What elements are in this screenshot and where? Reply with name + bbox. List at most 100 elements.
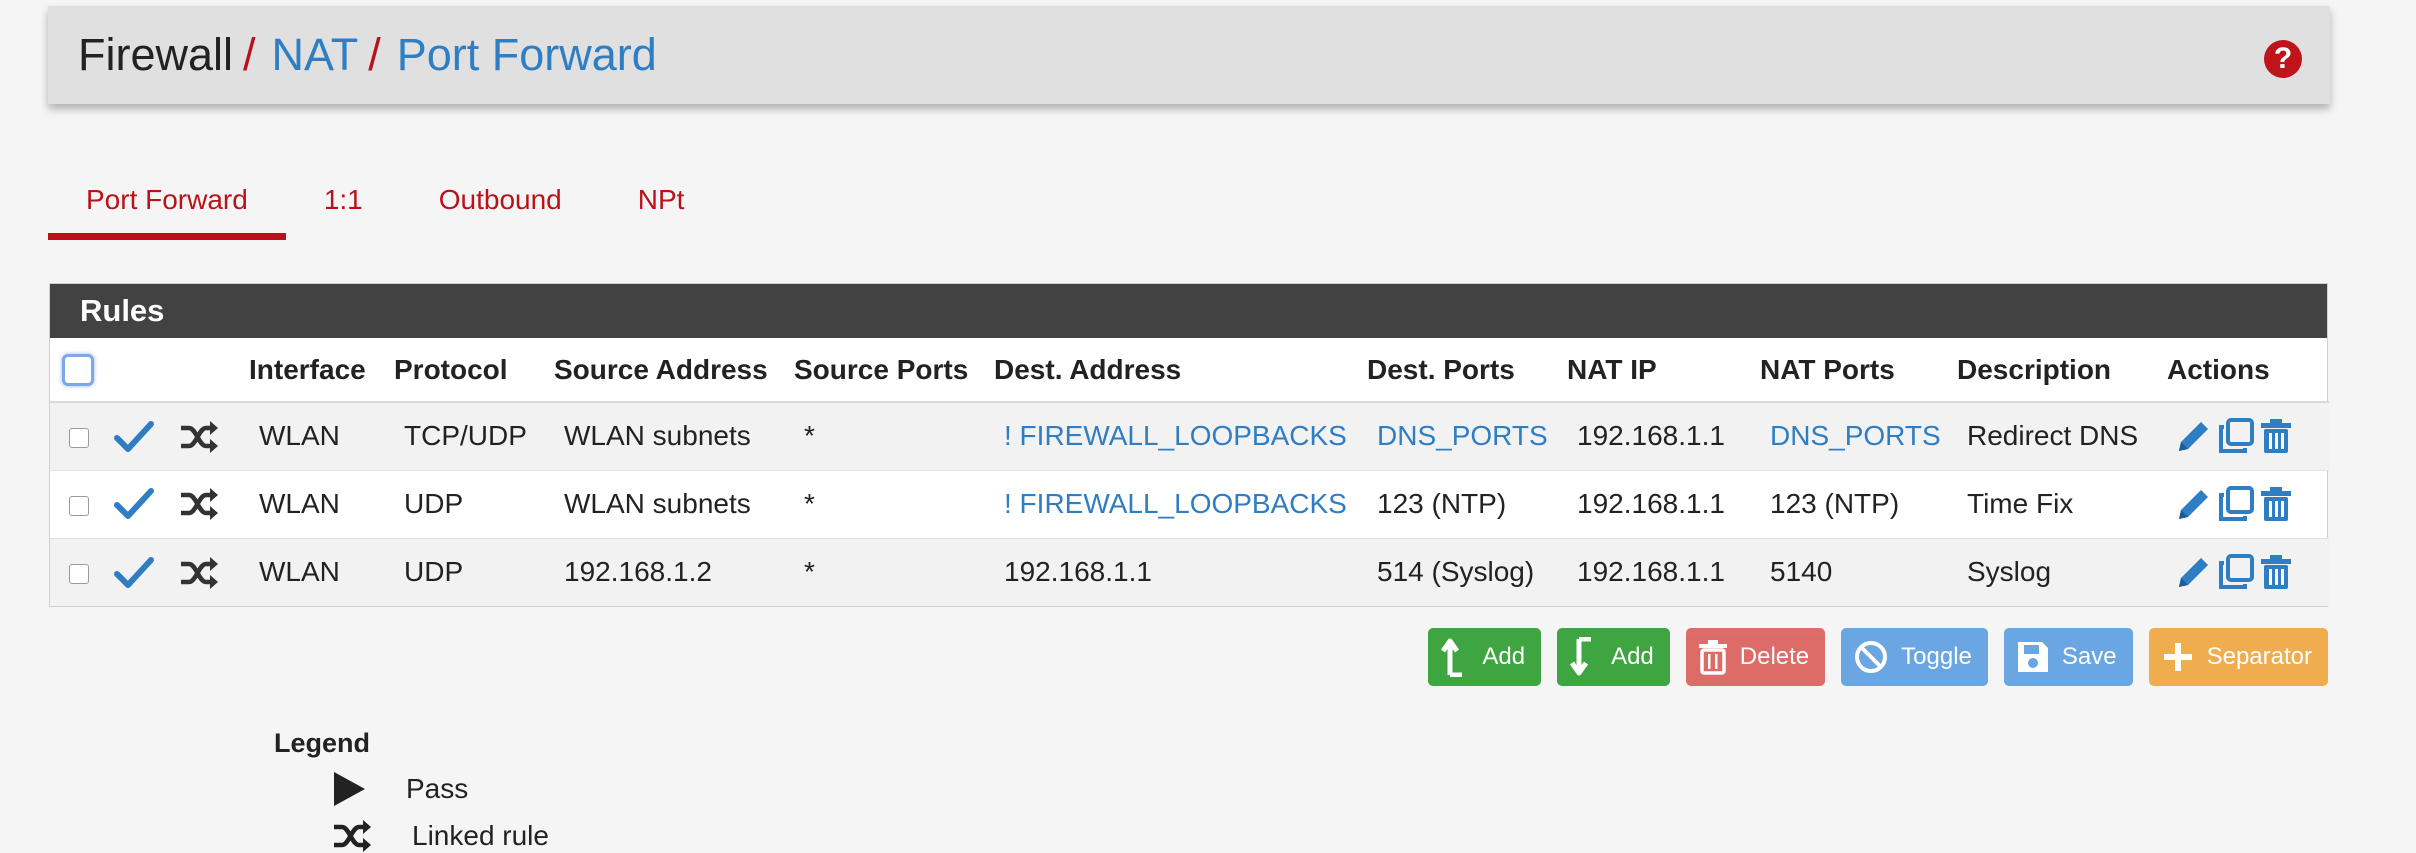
cell-nat-ip: 192.168.1.1 (1563, 470, 1756, 539)
cell-source-address: WLAN subnets (550, 470, 790, 539)
nat-tabs: Port Forward 1:1 Outbound NPt (48, 160, 722, 240)
tab-npt[interactable]: NPt (600, 160, 723, 240)
cell-dest-ports: 514 (Syslog) (1363, 538, 1563, 606)
row-checkbox[interactable] (69, 495, 89, 516)
shuffle-icon (334, 820, 371, 852)
cell-nat-ip: 192.168.1.1 (1563, 402, 1756, 471)
add-bottom-label: Add (1611, 643, 1654, 670)
cell-dest-ports: 123 (NTP) (1363, 470, 1563, 539)
copy-icon[interactable] (2217, 485, 2255, 523)
row-actions (2167, 417, 2325, 455)
toggle-label: Toggle (1901, 643, 1972, 670)
table-row[interactable]: WLAN UDP 192.168.1.2 * 192.168.1.1 514 (… (50, 538, 2329, 606)
cell-nat-ports: 5140 (1756, 538, 1953, 606)
check-icon[interactable] (114, 556, 154, 590)
col-actions: Actions (2163, 338, 2329, 403)
delete-button[interactable]: Delete (1685, 628, 1826, 686)
check-icon[interactable] (114, 487, 154, 521)
table-row[interactable]: WLAN TCP/UDP WLAN subnets * ! FIREWALL_L… (50, 402, 2329, 471)
cell-protocol: UDP (390, 470, 550, 539)
toggle-button[interactable]: Toggle (1841, 628, 1988, 686)
breadcrumb-nat-link[interactable]: NAT (272, 29, 359, 81)
cell-dest-ports-link[interactable]: DNS_PORTS (1363, 402, 1563, 471)
add-top-button[interactable]: Add (1428, 628, 1542, 686)
tab-one-to-one[interactable]: 1:1 (286, 160, 401, 240)
check-icon[interactable] (114, 420, 154, 454)
arrow-up-icon (1441, 638, 1463, 677)
separator-label: Separator (2206, 643, 2312, 670)
table-row[interactable]: WLAN UDP WLAN subnets * ! FIREWALL_LOOPB… (50, 470, 2329, 539)
legend-title: Legend (274, 728, 371, 758)
cell-nat-ip: 192.168.1.1 (1563, 538, 1756, 606)
panel-title: Rules (50, 284, 2327, 338)
plus-icon (2163, 643, 2192, 671)
cell-source-ports: * (790, 538, 990, 606)
tab-outbound[interactable]: Outbound (401, 160, 600, 240)
legend-pass-label: Pass (406, 773, 469, 804)
row-actions (2167, 553, 2325, 591)
cell-source-ports: * (790, 402, 990, 471)
col-source-ports: Source Ports (790, 338, 990, 403)
legend-linked-label: Linked rule (412, 820, 549, 851)
rule-button-bar: Add Add Delete Toggle Save Separator (1428, 628, 2328, 686)
cell-interface: WLAN (245, 538, 390, 606)
ban-icon (1855, 641, 1888, 673)
pencil-icon[interactable] (2175, 553, 2213, 591)
cell-interface: WLAN (245, 470, 390, 539)
cell-source-address: WLAN subnets (550, 402, 790, 471)
floppy-disk-icon (2017, 642, 2048, 672)
pencil-icon[interactable] (2175, 417, 2213, 455)
col-nat-ports: NAT Ports (1756, 338, 1953, 403)
legend-item: Pass (274, 771, 549, 807)
add-bottom-button[interactable]: Add (1557, 628, 1670, 686)
col-interface: Interface (245, 338, 390, 403)
col-dest-ports: Dest. Ports (1363, 338, 1563, 403)
cell-protocol: TCP/UDP (390, 402, 550, 471)
col-dest-address: Dest. Address (990, 338, 1363, 403)
cell-description: Syslog (1953, 538, 2163, 606)
col-source-address: Source Address (550, 338, 790, 403)
breadcrumb-separator: / (368, 29, 381, 80)
cell-dest-address-link[interactable]: ! FIREWALL_LOOPBACKS (990, 470, 1363, 539)
cell-dest-address: 192.168.1.1 (990, 538, 1363, 606)
row-actions (2167, 485, 2325, 523)
col-description: Description (1953, 338, 2163, 403)
arrow-down-icon (1570, 637, 1592, 676)
save-label: Save (2061, 643, 2117, 670)
breadcrumb-firewall: Firewall (78, 29, 234, 80)
delete-label: Delete (1739, 643, 1810, 670)
table-header-row: Interface Protocol Source Address Source… (50, 338, 2329, 403)
separator-button[interactable]: Separator (2148, 628, 2328, 686)
shuffle-icon (181, 420, 218, 453)
tab-port-forward[interactable]: Port Forward (48, 160, 286, 240)
copy-icon[interactable] (2217, 417, 2255, 455)
trash-icon[interactable] (2259, 417, 2293, 455)
cell-protocol: UDP (390, 538, 550, 606)
shuffle-icon (181, 488, 218, 521)
cell-description: Time Fix (1953, 470, 2163, 539)
row-checkbox[interactable] (69, 563, 89, 584)
shuffle-icon (181, 556, 218, 589)
cell-nat-ports: 123 (NTP) (1756, 470, 1953, 539)
col-protocol: Protocol (390, 338, 550, 403)
breadcrumb-separator: / (243, 29, 256, 80)
rules-panel: Rules Interface Protocol Source Address … (49, 283, 2329, 607)
play-icon (334, 772, 365, 806)
save-button[interactable]: Save (2003, 628, 2133, 686)
legend-item: Linked rule (274, 819, 549, 853)
cell-nat-ports-link[interactable]: DNS_PORTS (1756, 402, 1953, 471)
trash-icon[interactable] (2259, 485, 2293, 523)
pencil-icon[interactable] (2175, 485, 2213, 523)
help-icon[interactable]: ? (2264, 40, 2302, 78)
cell-interface: WLAN (245, 402, 390, 471)
copy-icon[interactable] (2217, 553, 2255, 591)
breadcrumb: Firewall / NAT / Port Forward ? (48, 6, 2330, 104)
add-top-label: Add (1482, 643, 1526, 670)
trash-icon (1698, 640, 1727, 675)
trash-icon[interactable] (2259, 553, 2293, 591)
cell-source-ports: * (790, 470, 990, 539)
row-checkbox[interactable] (69, 427, 89, 448)
cell-dest-address-link[interactable]: ! FIREWALL_LOOPBACKS (990, 402, 1363, 471)
breadcrumb-port-forward-link[interactable]: Port Forward (397, 29, 657, 81)
select-all-checkbox[interactable] (62, 354, 94, 387)
